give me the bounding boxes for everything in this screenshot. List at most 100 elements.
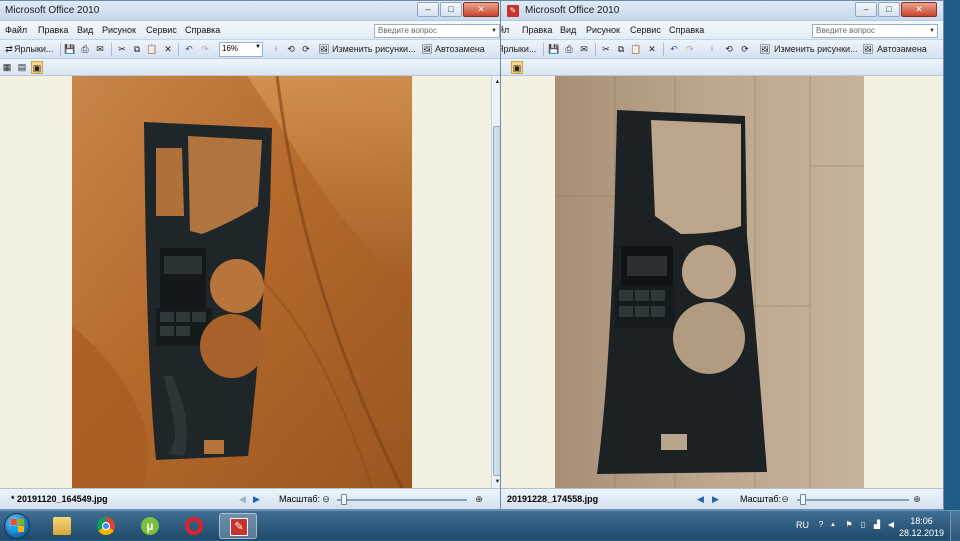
- maximize-button[interactable]: □: [440, 2, 462, 17]
- menu-file[interactable]: Файл: [5, 25, 27, 35]
- zoom-out-icon[interactable]: ⊖: [779, 493, 791, 505]
- device-icon[interactable]: ▯: [858, 520, 868, 530]
- picture-manager-icon: ✎: [230, 518, 248, 536]
- redo-icon[interactable]: ↷: [684, 43, 696, 56]
- title-bar[interactable]: ✎ Microsoft Office 2010 – □ ✕: [501, 1, 943, 21]
- clock[interactable]: 18:06 28.12.2019: [899, 515, 944, 539]
- autocorrect-button[interactable]: Автозамена: [435, 43, 485, 56]
- zoom-slider-thumb[interactable]: [341, 494, 347, 505]
- zoom-slider[interactable]: [797, 499, 909, 501]
- delete-icon[interactable]: ✕: [162, 43, 174, 56]
- picture-manager-window-right[interactable]: ✎ Microsoft Office 2010 – □ ✕ Файл Правк…: [500, 0, 944, 510]
- next-picture-icon[interactable]: ▶: [712, 494, 719, 505]
- single-picture-view-icon[interactable]: ▣: [511, 61, 523, 74]
- taskbar-chrome[interactable]: [87, 513, 125, 539]
- rotate-right-icon[interactable]: ⟳: [739, 43, 751, 56]
- email-icon[interactable]: ✉: [578, 43, 590, 56]
- zoom-out-icon[interactable]: ⊖: [320, 493, 332, 505]
- title-bar[interactable]: ✎ Microsoft Office 2010 – □ ✕: [0, 1, 505, 21]
- zoom-slider[interactable]: [337, 499, 467, 501]
- shortcuts-button[interactable]: Ярлыки...: [501, 43, 536, 56]
- print-icon[interactable]: ⎙: [563, 43, 575, 56]
- cut-icon[interactable]: ✂: [600, 43, 612, 56]
- network-icon[interactable]: ▟: [872, 520, 882, 530]
- previous-picture-icon[interactable]: ◀: [697, 494, 704, 505]
- thumbnail-view-icon[interactable]: ▦: [1, 61, 13, 74]
- taskbar-picture-manager[interactable]: ✎: [219, 513, 257, 539]
- delete-icon[interactable]: ✕: [646, 43, 658, 56]
- menu-tools[interactable]: Сервис: [630, 25, 661, 35]
- copy-icon[interactable]: ⧉: [131, 43, 143, 56]
- undo-icon[interactable]: ↶: [183, 43, 195, 56]
- close-button[interactable]: ✕: [463, 2, 499, 17]
- menu-view[interactable]: Вид: [560, 25, 576, 35]
- window-title: Microsoft Office 2010: [5, 5, 100, 16]
- picture-manager-window-left[interactable]: ✎ Microsoft Office 2010 – □ ✕ Файл Правк…: [0, 0, 506, 510]
- start-button[interactable]: [4, 513, 30, 539]
- folder-icon: [53, 517, 71, 535]
- volume-icon[interactable]: ◀: [886, 520, 896, 530]
- taskbar-opera[interactable]: [175, 513, 213, 539]
- show-hidden-icons-icon[interactable]: ▲: [828, 520, 838, 530]
- zoom-slider-thumb[interactable]: [800, 494, 806, 505]
- edit-pictures-button[interactable]: Изменить рисунки...: [774, 43, 858, 56]
- zoom-combobox[interactable]: 16% ▼: [219, 42, 263, 57]
- status-bar: 20191228_174558.jpg ◀ ▶ Масштаб: ⊖ ⊕: [501, 488, 943, 509]
- rotate-left-icon[interactable]: ⟲: [723, 43, 735, 56]
- zoom-in-icon[interactable]: ⊕: [911, 493, 923, 505]
- dropdown-arrow-icon[interactable]: ▼: [928, 26, 936, 36]
- undo-icon[interactable]: ↶: [668, 43, 680, 56]
- rotate-right-icon[interactable]: ⟳: [300, 43, 312, 56]
- view-toolbar: ▦ ▤ ▣: [0, 59, 505, 76]
- cut-icon[interactable]: ✂: [116, 43, 128, 56]
- email-icon[interactable]: ✉: [94, 43, 106, 56]
- shortcuts-button[interactable]: Ярлыки...: [14, 43, 53, 56]
- menu-file[interactable]: Файл: [501, 25, 509, 35]
- toolbar-options-icon[interactable]: ⁝: [706, 43, 718, 56]
- show-desktop-button[interactable]: [950, 511, 960, 541]
- previous-picture-icon[interactable]: ◀: [239, 494, 246, 505]
- ask-question-box[interactable]: Введите вопрос ▼: [374, 24, 500, 38]
- toolbar-options-icon[interactable]: ⁝: [270, 43, 282, 56]
- minimize-button[interactable]: –: [417, 2, 439, 17]
- console-photo-leather: [72, 76, 412, 488]
- maximize-button[interactable]: □: [878, 2, 900, 17]
- menu-edit[interactable]: Правка: [38, 25, 68, 35]
- picture-canvas: [501, 76, 943, 488]
- rotate-left-icon[interactable]: ⟲: [285, 43, 297, 56]
- edit-pictures-button[interactable]: Изменить рисунки...: [332, 43, 416, 56]
- menu-picture[interactable]: Рисунок: [586, 25, 620, 35]
- dropdown-arrow-icon[interactable]: ▼: [490, 26, 498, 36]
- menu-edit[interactable]: Правка: [522, 25, 552, 35]
- menu-help[interactable]: Справка: [185, 25, 220, 35]
- save-icon[interactable]: 💾: [64, 43, 76, 56]
- menu-tools[interactable]: Сервис: [146, 25, 177, 35]
- zoom-in-icon[interactable]: ⊕: [473, 493, 485, 505]
- help-icon[interactable]: ?: [816, 520, 826, 530]
- menu-help[interactable]: Справка: [669, 25, 704, 35]
- close-button[interactable]: ✕: [901, 2, 937, 17]
- taskbar-explorer[interactable]: [43, 513, 81, 539]
- menu-view[interactable]: Вид: [77, 25, 93, 35]
- language-indicator[interactable]: RU: [796, 520, 809, 530]
- filmstrip-view-icon[interactable]: ▤: [16, 61, 28, 74]
- redo-icon[interactable]: ↷: [199, 43, 211, 56]
- save-icon[interactable]: 💾: [548, 43, 560, 56]
- print-icon[interactable]: ⎙: [79, 43, 91, 56]
- dropdown-arrow-icon[interactable]: ▼: [255, 44, 261, 50]
- minimize-button[interactable]: –: [855, 2, 877, 17]
- chrome-icon: [97, 517, 115, 535]
- scale-label: Масштаб:: [279, 494, 321, 504]
- paste-icon[interactable]: 📋: [630, 43, 642, 56]
- next-picture-icon[interactable]: ▶: [253, 494, 260, 505]
- ask-question-box[interactable]: Введите вопрос ▼: [812, 24, 938, 38]
- autocorrect-button[interactable]: Автозамена: [877, 43, 927, 56]
- menu-picture[interactable]: Рисунок: [102, 25, 136, 35]
- paste-icon[interactable]: 📋: [146, 43, 158, 56]
- action-center-icon[interactable]: ⚑: [844, 520, 854, 530]
- copy-icon[interactable]: ⧉: [615, 43, 627, 56]
- single-picture-view-icon[interactable]: ▣: [31, 61, 43, 74]
- taskbar-utorrent[interactable]: µ: [131, 513, 169, 539]
- file-name: 20191228_174558.jpg: [507, 494, 599, 504]
- ask-question-placeholder: Введите вопрос: [816, 26, 875, 35]
